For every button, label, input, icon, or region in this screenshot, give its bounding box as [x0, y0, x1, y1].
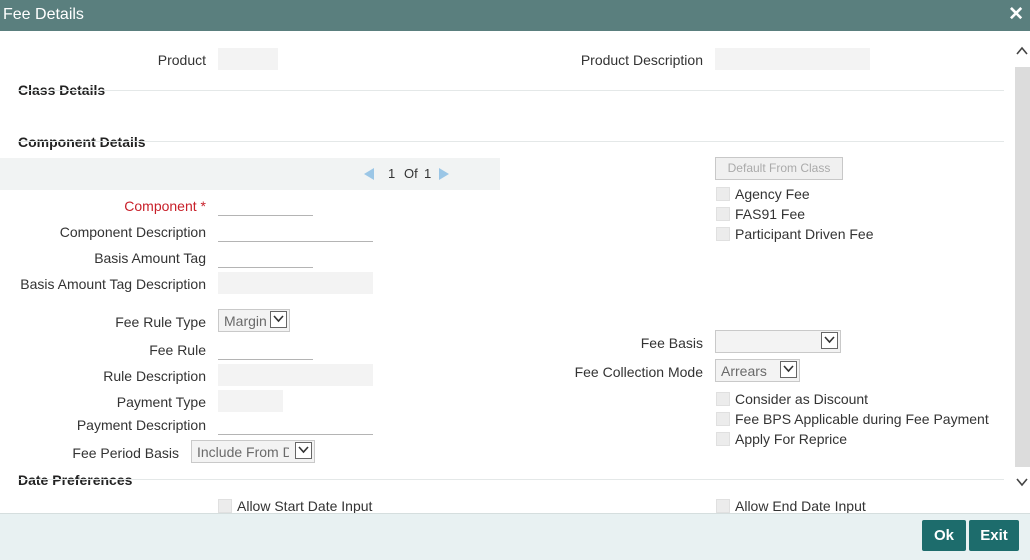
participant-driven-fee-label: Participant Driven Fee — [735, 226, 874, 242]
component-description-label: Component Description — [59, 224, 206, 240]
chevron-down-icon — [780, 361, 797, 378]
pagination-bar: 1 Of 1 — [0, 158, 500, 190]
component-input[interactable] — [218, 194, 313, 216]
fee-rule-label: Fee Rule — [149, 342, 206, 358]
apply-for-reprice-checkbox[interactable] — [716, 432, 730, 446]
fee-rule-type-select[interactable]: Margin — [218, 309, 290, 332]
allow-start-date-input-label: Allow Start Date Input — [237, 498, 373, 513]
page-of-label: Of — [404, 166, 418, 181]
previous-page-icon[interactable] — [364, 168, 374, 180]
allow-start-date-input-checkbox[interactable] — [218, 499, 232, 513]
chevron-up-icon[interactable] — [1016, 44, 1028, 58]
window-title: Fee Details — [3, 6, 84, 23]
product-description-label: Product Description — [580, 52, 703, 68]
exit-button[interactable]: Exit — [969, 520, 1019, 551]
basis-amount-tag-label: Basis Amount Tag — [94, 250, 206, 266]
fee-basis-label: Fee Basis — [640, 335, 703, 351]
total-pages: 1 — [424, 166, 432, 181]
current-page: 1 — [388, 166, 396, 181]
product-description-field[interactable] — [715, 48, 870, 70]
consider-as-discount-label: Consider as Discount — [735, 391, 869, 407]
allow-end-date-input-checkbox[interactable] — [716, 499, 730, 513]
footer-bar: Ok Exit — [0, 513, 1030, 560]
fee-basis-select[interactable] — [715, 330, 841, 353]
fee-period-basis-select[interactable]: Include From Dt — [191, 440, 315, 463]
chevron-down-icon — [270, 311, 287, 328]
fas91-fee-checkbox[interactable] — [716, 207, 730, 221]
fee-period-basis-value: Include From Dt — [197, 444, 289, 460]
basis-amount-tag-description-label: Basis Amount Tag Description — [20, 276, 206, 292]
basis-amount-tag-description-field[interactable] — [218, 272, 373, 294]
scrollbar-thumb[interactable] — [1015, 67, 1030, 467]
date-preferences-divider — [18, 479, 1004, 480]
payment-description-label: Payment Description — [76, 417, 206, 433]
fee-bps-applicable-label: Fee BPS Applicable during Fee Payment — [735, 411, 989, 427]
agency-fee-checkbox[interactable] — [716, 187, 730, 201]
payment-description-input[interactable] — [218, 413, 373, 435]
fee-bps-applicable-checkbox[interactable] — [716, 412, 730, 426]
product-label: Product — [157, 52, 206, 68]
fee-collection-mode-select[interactable]: Arrears — [715, 359, 800, 382]
participant-driven-fee-checkbox[interactable] — [716, 227, 730, 241]
rule-description-label: Rule Description — [103, 368, 206, 384]
content-area: Product Product Description Class Detail… — [0, 31, 1014, 513]
fee-rule-input[interactable] — [218, 338, 313, 360]
product-field[interactable] — [218, 48, 278, 70]
title-bar: Fee Details ✕ — [0, 0, 1030, 31]
payment-type-field[interactable] — [218, 390, 283, 412]
fee-collection-mode-value: Arrears — [721, 363, 767, 379]
component-label: Component * — [124, 198, 206, 214]
chevron-down-icon — [295, 442, 312, 459]
component-description-input[interactable] — [218, 220, 373, 242]
fas91-fee-label: FAS91 Fee — [735, 206, 806, 222]
apply-for-reprice-label: Apply For Reprice — [735, 431, 848, 447]
rule-description-field[interactable] — [218, 364, 373, 386]
next-page-icon[interactable] — [439, 168, 449, 180]
allow-end-date-input-label: Allow End Date Input — [735, 498, 866, 513]
fee-period-basis-label: Fee Period Basis — [72, 445, 179, 461]
vertical-scrollbar[interactable] — [1014, 31, 1030, 513]
chevron-down-icon[interactable] — [1016, 476, 1028, 490]
ok-button[interactable]: Ok — [922, 520, 966, 551]
payment-type-label: Payment Type — [116, 394, 206, 410]
agency-fee-label: Agency Fee — [735, 186, 810, 202]
fee-rule-type-label: Fee Rule Type — [115, 314, 206, 330]
required-marker: * — [200, 198, 206, 214]
date-preferences-heading: Date Preferences — [18, 472, 133, 488]
fee-collection-mode-label: Fee Collection Mode — [574, 364, 703, 380]
chevron-down-icon — [821, 332, 838, 349]
basis-amount-tag-input[interactable] — [218, 246, 313, 268]
default-from-class-button[interactable]: Default From Class — [715, 157, 843, 180]
consider-as-discount-checkbox[interactable] — [716, 392, 730, 406]
class-details-divider — [18, 90, 1004, 91]
fee-rule-type-value: Margin — [224, 313, 267, 329]
component-details-heading: Component Details — [18, 134, 146, 150]
close-icon[interactable]: ✕ — [1008, 3, 1024, 26]
component-details-divider — [18, 141, 1004, 142]
